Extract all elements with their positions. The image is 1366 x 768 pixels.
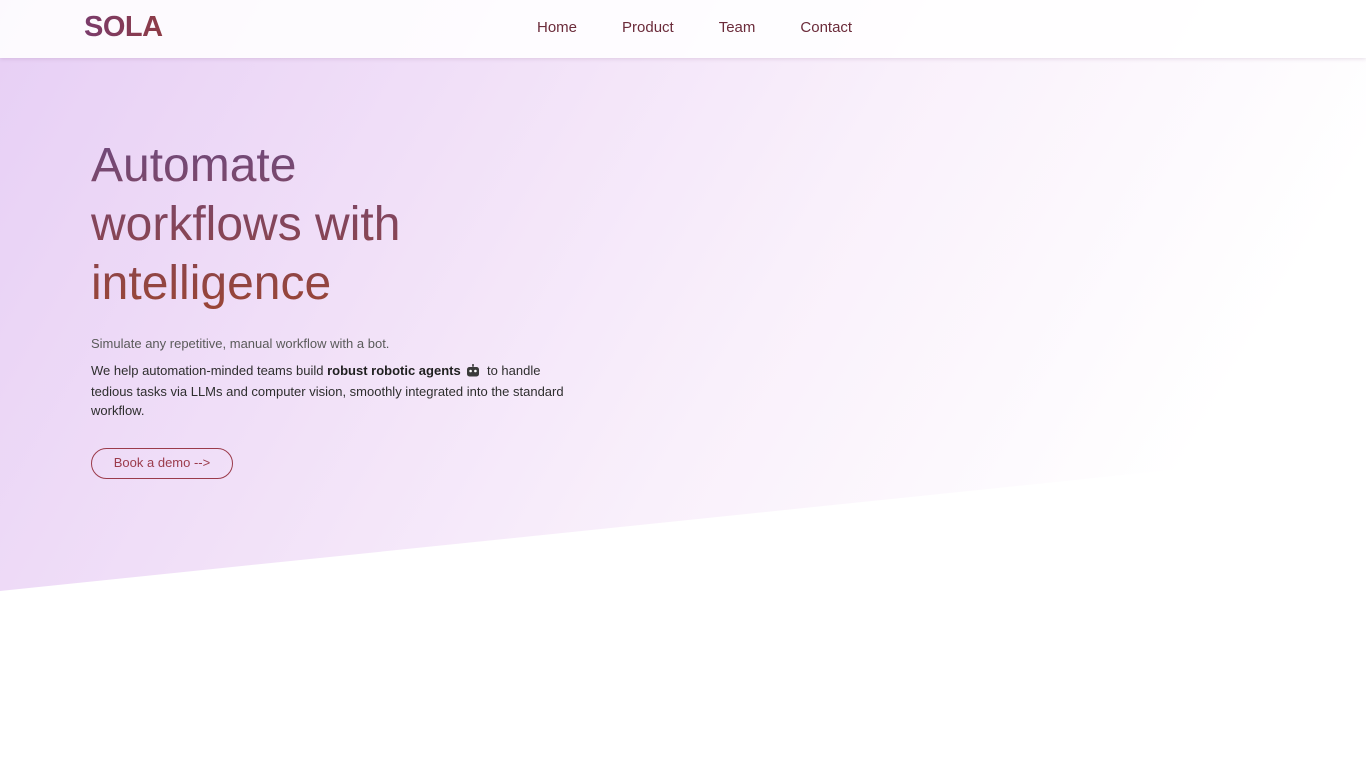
robot-icon	[466, 363, 480, 382]
main-nav: Home Product Team Contact	[537, 19, 852, 36]
hero-description: We help automation-minded teams build ro…	[91, 361, 581, 420]
hero-subtitle: Simulate any repetitive, manual workflow…	[91, 336, 390, 351]
nav-item-home[interactable]: Home	[537, 19, 577, 36]
logo[interactable]: SOLA	[84, 11, 163, 44]
site-header: SOLA Home Product Team Contact	[0, 0, 1366, 58]
headline-line-2: workflows with	[91, 198, 401, 251]
hero-section: Automate workflows with intelligence Sim…	[91, 136, 611, 479]
book-demo-button[interactable]: Book a demo -->	[91, 448, 233, 479]
hero-headline: Automate workflows with intelligence	[91, 136, 511, 313]
nav-item-contact[interactable]: Contact	[800, 19, 852, 36]
page: SOLA Home Product Team Contact Automate …	[0, 0, 1366, 768]
headline-line-3: intelligence	[91, 257, 332, 310]
desc-bold: robust robotic agents	[327, 363, 461, 378]
headline-line-1: Automate	[91, 139, 297, 192]
nav-item-product[interactable]: Product	[622, 19, 674, 36]
nav-item-team[interactable]: Team	[719, 19, 756, 36]
desc-prefix: We help automation-minded teams build	[91, 363, 324, 378]
